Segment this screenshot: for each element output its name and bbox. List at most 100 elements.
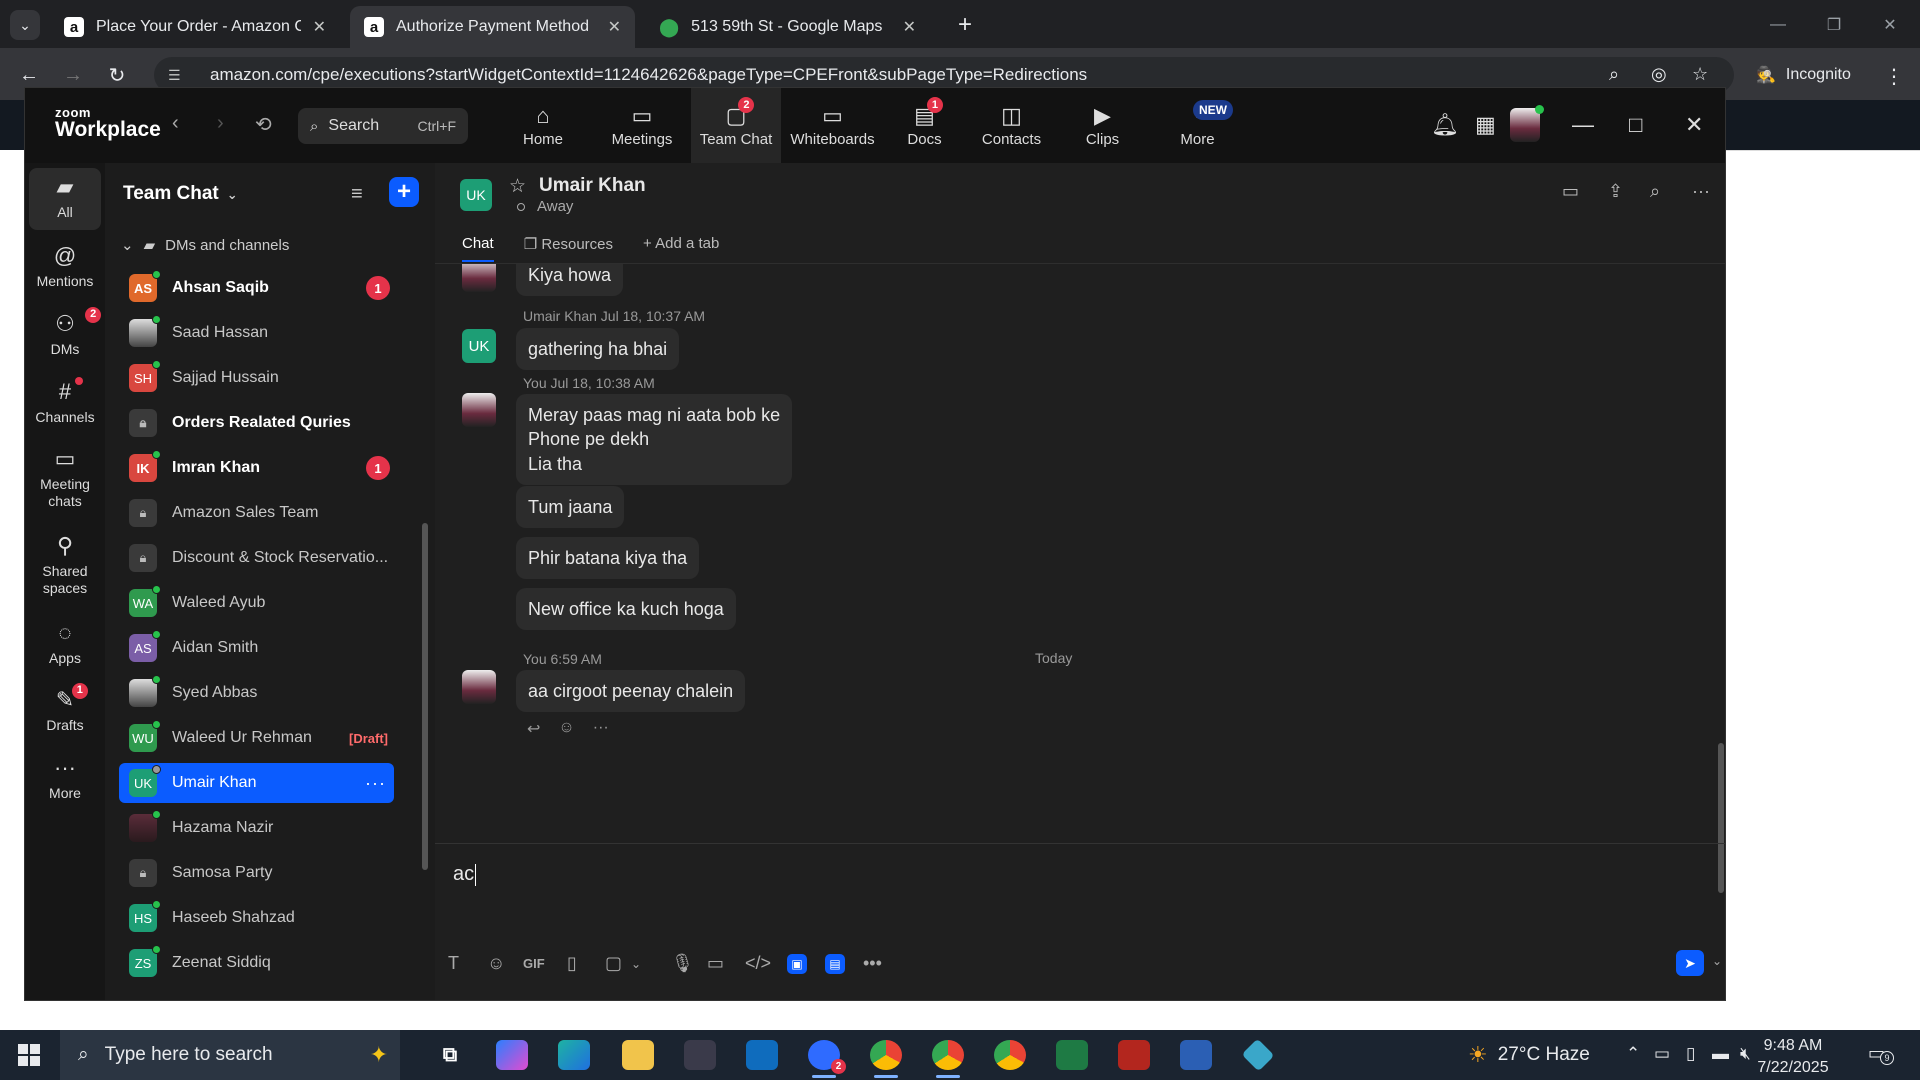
close-window-button[interactable]: ✕ bbox=[1870, 10, 1910, 40]
restore-button[interactable]: ❐ bbox=[1814, 10, 1854, 40]
tab-search-button[interactable]: ⌄ bbox=[10, 10, 40, 40]
list-item[interactable]: Saad Hassan bbox=[119, 313, 394, 353]
chevron-up-icon[interactable]: ⌃ bbox=[1626, 1044, 1640, 1064]
code-snippet-icon[interactable]: </> bbox=[745, 953, 771, 974]
sidebar-title[interactable]: Team Chat ⌄ bbox=[123, 183, 238, 205]
battery-icon[interactable]: ▬ bbox=[1712, 1044, 1729, 1064]
nav-whiteboards[interactable]: ▭ Whiteboards bbox=[785, 88, 880, 163]
tab-chat[interactable]: Chat bbox=[462, 235, 494, 262]
outlook-icon[interactable] bbox=[746, 1040, 778, 1070]
list-item[interactable]: HS Haseeb Shahzad bbox=[119, 898, 394, 938]
rail-item-apps[interactable]: ◌ Apps bbox=[29, 620, 101, 667]
back-arrow-icon[interactable]: ‹ bbox=[172, 112, 179, 135]
chrome-icon[interactable] bbox=[870, 1040, 902, 1078]
minimize-icon[interactable]: — bbox=[1572, 112, 1594, 138]
profile-avatar[interactable] bbox=[1510, 105, 1544, 142]
device-icon[interactable]: ▯ bbox=[1686, 1044, 1695, 1064]
zoom-magnifier-icon[interactable]: ⌕ bbox=[1609, 64, 1619, 85]
more-options-icon[interactable]: ··· bbox=[593, 719, 609, 739]
file-explorer-icon[interactable] bbox=[622, 1040, 654, 1070]
app-integration-icon[interactable]: ▣ bbox=[787, 954, 807, 974]
list-item[interactable]: AS Aidan Smith bbox=[119, 628, 394, 668]
rail-item-more[interactable]: ··· More bbox=[29, 755, 101, 802]
list-item[interactable]: Syed Abbas bbox=[119, 673, 394, 713]
message-bubble[interactable]: aa cirgoot peenay chalein bbox=[516, 670, 746, 713]
more-icon[interactable]: ••• bbox=[863, 953, 882, 974]
video-message-icon[interactable]: ▭ bbox=[707, 953, 724, 974]
message-bubble[interactable]: Tum jaana bbox=[516, 486, 625, 529]
nav-home[interactable]: ⌂ Home bbox=[503, 88, 583, 163]
chrome-menu-icon[interactable]: ⋮ bbox=[1884, 64, 1904, 89]
filter-icon[interactable]: ≡ bbox=[351, 183, 363, 206]
notifications-bell-icon[interactable]: 🔔︎ bbox=[1431, 112, 1459, 138]
taskbar-search[interactable]: ⌕ Type here to search ✦ bbox=[60, 1030, 400, 1080]
screenshot-icon[interactable]: ▢ bbox=[605, 953, 622, 974]
browser-tab-authorize-payment[interactable]: a Authorize Payment Method ✕ bbox=[350, 6, 635, 48]
search-icon[interactable]: ⌕ bbox=[1650, 181, 1660, 202]
message-input[interactable]: ac bbox=[453, 863, 477, 886]
nav-docs[interactable]: ▤ 1 Docs bbox=[887, 88, 962, 163]
calendar-icon[interactable]: ▦ bbox=[1475, 112, 1496, 138]
message-bubble[interactable]: gathering ha bhai bbox=[516, 328, 680, 371]
site-info-icon[interactable]: ☰ bbox=[168, 67, 188, 84]
bookmark-star-icon[interactable]: ☆ bbox=[1692, 64, 1708, 85]
list-item[interactable]: Hazama Nazir bbox=[119, 808, 394, 848]
nav-team-chat[interactable]: ▢ 2 Team Chat bbox=[691, 88, 781, 163]
tab-add[interactable]: + Add a tab bbox=[643, 235, 719, 262]
close-icon[interactable]: ✕ bbox=[1685, 112, 1703, 138]
zoom-search[interactable]: ⌕ Search Ctrl+F bbox=[298, 108, 468, 144]
list-item[interactable]: ZS Zeenat Siddiq bbox=[119, 943, 394, 983]
chevron-down-icon[interactable]: ⌄ bbox=[1712, 954, 1722, 968]
avatar[interactable] bbox=[462, 264, 496, 292]
weather-widget[interactable]: ☀ 27°C Haze bbox=[1468, 1030, 1590, 1080]
rail-item-channels[interactable]: # Channels bbox=[29, 377, 101, 426]
list-item[interactable]: IK Imran Khan 1 bbox=[119, 448, 394, 488]
rail-item-mentions[interactable]: @ Mentions bbox=[29, 243, 101, 290]
chrome-icon[interactable] bbox=[994, 1040, 1026, 1070]
nav-meetings[interactable]: ▭ Meetings bbox=[597, 88, 687, 163]
list-item[interactable]: AS Ahsan Saqib 1 bbox=[119, 268, 394, 308]
maximize-icon[interactable]: □ bbox=[1629, 112, 1642, 138]
avatar[interactable] bbox=[462, 393, 496, 427]
message-bubble[interactable]: Meray paas mag ni aata bob ke Phone pe d… bbox=[516, 394, 793, 485]
rail-item-meeting-chats[interactable]: ▭ Meeting chats bbox=[29, 446, 101, 510]
notification-center-icon[interactable]: ▭ 9 bbox=[1868, 1043, 1894, 1065]
video-call-icon[interactable]: ▭ bbox=[1562, 181, 1579, 202]
nav-contacts[interactable]: ◫ Contacts bbox=[969, 88, 1054, 163]
incognito-indicator[interactable]: 🕵 Incognito bbox=[1756, 60, 1851, 90]
rail-item-all[interactable]: ▰ All bbox=[29, 168, 101, 230]
share-screen-icon[interactable]: ⇪ bbox=[1608, 181, 1623, 202]
rail-item-dms[interactable]: ⚇ 2 DMs bbox=[29, 307, 102, 358]
reply-icon[interactable]: ↩ bbox=[527, 719, 540, 739]
star-icon[interactable]: ☆ bbox=[509, 175, 526, 198]
forward-arrow-icon[interactable]: › bbox=[217, 112, 224, 135]
add-reaction-icon[interactable]: ☺ bbox=[558, 719, 574, 739]
task-view-icon[interactable]: ⧉ bbox=[434, 1040, 466, 1070]
message-bubble[interactable]: Phir batana kiya tha bbox=[516, 537, 700, 580]
chat-scrollbar[interactable] bbox=[1718, 743, 1724, 893]
new-tab-button[interactable]: + bbox=[950, 10, 980, 40]
more-options-icon[interactable]: ··· bbox=[1692, 181, 1710, 202]
eye-off-icon[interactable]: ◎ bbox=[1651, 64, 1667, 85]
rail-item-drafts[interactable]: ✎ 1 Drafts bbox=[29, 683, 101, 734]
message-bubble[interactable]: Kiya howa bbox=[516, 264, 624, 297]
app-icon[interactable] bbox=[1241, 1038, 1275, 1072]
gif-button[interactable]: GIF bbox=[523, 956, 545, 971]
emoji-icon[interactable]: ☺ bbox=[487, 953, 505, 974]
back-button[interactable]: ← bbox=[14, 60, 44, 90]
send-button[interactable]: ➤ bbox=[1676, 950, 1704, 976]
nav-clips[interactable]: ▶ Clips bbox=[1065, 88, 1140, 163]
minimize-button[interactable]: — bbox=[1758, 10, 1798, 40]
more-options-icon[interactable]: ··· bbox=[365, 773, 386, 794]
browser-tab-amazon-order[interactable]: a Place Your Order - Amazon Che ✕ bbox=[50, 6, 340, 48]
filezilla-icon[interactable] bbox=[1118, 1040, 1150, 1070]
close-icon[interactable]: ✕ bbox=[608, 17, 621, 37]
tab-resources[interactable]: ❐ Resources bbox=[524, 235, 613, 262]
microphone-icon[interactable]: 🎙︎ bbox=[671, 953, 694, 974]
browser-tab-google-maps[interactable]: ⬤ 513 59th St - Google Maps ✕ bbox=[645, 6, 930, 48]
avatar[interactable] bbox=[462, 670, 496, 704]
attach-file-icon[interactable]: ▯ bbox=[567, 953, 577, 974]
list-item[interactable]: 🔒︎ Discount & Stock Reservatio... bbox=[119, 538, 394, 578]
calculator-icon[interactable] bbox=[1180, 1040, 1212, 1070]
format-text-icon[interactable]: T bbox=[448, 953, 459, 974]
